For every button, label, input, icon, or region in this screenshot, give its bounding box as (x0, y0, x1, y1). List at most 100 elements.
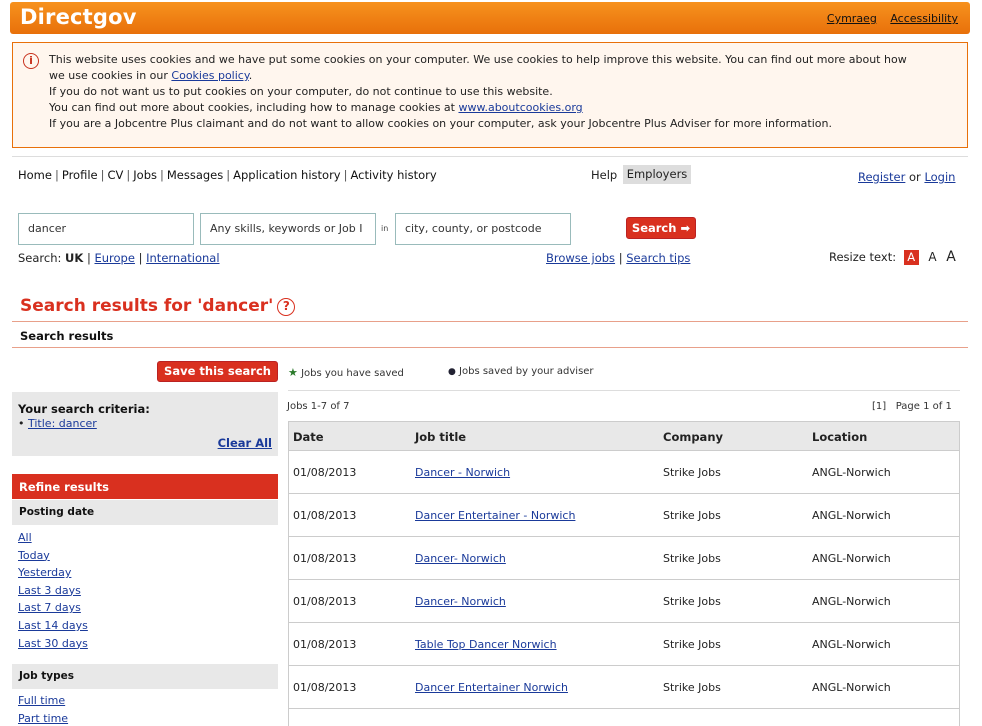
page-title-text: Search results for 'dancer' (20, 296, 274, 316)
job-title-link[interactable]: Dancer - Norwich (415, 466, 510, 479)
divider (12, 321, 968, 322)
top-bar: Directgov Cymraeg Accessibility (10, 2, 970, 34)
browse-links: Browse jobs | Search tips (546, 251, 691, 265)
job-title-link[interactable]: Dancer Entertainer Norwich (415, 681, 568, 694)
row-date: 01/08/2013 (293, 638, 357, 651)
resize-small[interactable]: A (903, 250, 919, 265)
nav-home[interactable]: Home (18, 168, 52, 182)
main-nav: Home | Profile | CV | Jobs | Messages | Applicatio… (18, 168, 437, 182)
table-row: 01/08/2013 Dancer- Norwich Strike Jobs A… (288, 537, 960, 580)
job-title-link[interactable]: Dancer- Norwich (415, 595, 506, 608)
nav-activity-history[interactable]: Activity history (350, 168, 436, 182)
resize-large[interactable]: A (946, 249, 956, 265)
column-job-title[interactable]: Job title (415, 422, 466, 452)
divider (12, 347, 968, 348)
table-header: Date Job title Company Location (288, 421, 960, 451)
row-location: ANGL-Norwich (812, 638, 891, 651)
row-location: ANGL-Norwich (812, 466, 891, 479)
section-title: Search results (20, 329, 114, 343)
resize-text: Resize text: A A A (829, 249, 956, 265)
or-text: or (909, 170, 921, 184)
row-location: ANGL-Norwich (812, 595, 891, 608)
column-location[interactable]: Location (812, 422, 867, 452)
employers-tab[interactable]: Employers (623, 165, 691, 184)
row-company: Strike Jobs (663, 552, 721, 565)
pager: [1] Page 1 of 1 (872, 401, 952, 412)
cookies-policy-link[interactable]: Cookies policy (171, 69, 248, 82)
top-links: Cymraeg Accessibility (817, 12, 958, 25)
job-title-link[interactable]: Table Top Dancer Norwich (415, 638, 557, 651)
cookie-line-3: If you do not want us to put cookies on … (49, 85, 553, 98)
job-types-heading: Job types (12, 664, 278, 689)
star-icon: ★ (288, 366, 298, 379)
register-link[interactable]: Register (858, 170, 905, 184)
cookie-notice: i This website uses cookies and we have … (12, 42, 968, 148)
search-tips-link[interactable]: Search tips (626, 251, 690, 265)
row-company: Strike Jobs (663, 638, 721, 651)
refine-results-header: Refine results (12, 474, 278, 499)
filter-yesterday[interactable]: Yesterday (18, 566, 71, 579)
help-link[interactable]: Help (591, 168, 617, 182)
table-row: 01/08/2013 Dancer- Norwich Strike Jobs A… (288, 580, 960, 623)
row-date: 01/08/2013 (293, 595, 357, 608)
filter-today[interactable]: Today (18, 549, 50, 562)
row-company: Strike Jobs (663, 509, 721, 522)
browse-jobs-link[interactable]: Browse jobs (546, 251, 615, 265)
nav-profile[interactable]: Profile (62, 168, 98, 182)
page-title: Search results for 'dancer'? (20, 296, 296, 316)
filter-last-3-days[interactable]: Last 3 days (18, 584, 81, 597)
nav-cv[interactable]: CV (107, 168, 123, 182)
search-button-label: Search (631, 221, 677, 235)
results-table: Date Job title Company Location 01/08/20… (288, 421, 960, 726)
cookie-line-2: we use cookies in our (49, 69, 168, 82)
row-date: 01/08/2013 (293, 552, 357, 565)
help-question-icon[interactable]: ? (277, 298, 296, 316)
cymraeg-link[interactable]: Cymraeg (827, 12, 877, 25)
pager-current[interactable]: [1] (872, 401, 886, 412)
directgov-logo[interactable]: Directgov (20, 5, 137, 29)
filter-last-7-days[interactable]: Last 7 days (18, 601, 81, 614)
location-input[interactable]: city, county, or postcode (395, 213, 571, 245)
criteria-title-link[interactable]: Title: dancer (28, 417, 97, 430)
resize-medium[interactable]: A (928, 250, 936, 264)
column-date[interactable]: Date (293, 422, 324, 452)
column-company[interactable]: Company (663, 422, 723, 452)
job-title-link[interactable]: Dancer- Norwich (415, 552, 506, 565)
cookie-line-4: You can find out more about cookies, inc… (49, 101, 455, 114)
login-link[interactable]: Login (924, 170, 955, 184)
nav-jobs[interactable]: Jobs (133, 168, 157, 182)
legend-saved: ★ Jobs you have saved (288, 366, 404, 379)
scope-label: Search: (18, 251, 62, 265)
row-company: Strike Jobs (663, 595, 721, 608)
job-title-link[interactable]: Dancer Entertainer - Norwich (415, 509, 575, 522)
skills-input[interactable]: Any skills, keywords or Job I (200, 213, 376, 245)
table-row-partial (288, 709, 960, 726)
table-row: 01/08/2013 Dancer Entertainer Norwich St… (288, 666, 960, 709)
resize-label: Resize text: (829, 250, 897, 264)
search-button[interactable]: Search ➡ (626, 217, 696, 239)
search-criteria-panel: Your search criteria: • Title: dancer Cl… (12, 392, 278, 456)
in-label: in (381, 224, 389, 233)
keyword-input[interactable]: dancer (18, 213, 194, 245)
aboutcookies-link[interactable]: www.aboutcookies.org (458, 101, 582, 114)
scope-europe[interactable]: Europe (94, 251, 134, 265)
filter-full-time[interactable]: Full time (18, 694, 65, 707)
register-login: Register or Login (858, 170, 955, 184)
nav-application-history[interactable]: Application history (233, 168, 340, 182)
filter-all[interactable]: All (18, 531, 32, 544)
row-location: ANGL-Norwich (812, 509, 891, 522)
filter-last-14-days[interactable]: Last 14 days (18, 619, 88, 632)
info-icon: i (23, 53, 39, 69)
criteria-heading: Your search criteria: (18, 402, 150, 416)
row-location: ANGL-Norwich (812, 681, 891, 694)
filter-part-time[interactable]: Part time (18, 712, 68, 725)
cookie-line-1: This website uses cookies and we have pu… (49, 53, 907, 66)
nav-messages[interactable]: Messages (167, 168, 223, 182)
clear-all-link[interactable]: Clear All (218, 436, 272, 450)
dot-icon: ● (448, 367, 456, 377)
scope-international[interactable]: International (146, 251, 219, 265)
accessibility-link[interactable]: Accessibility (890, 12, 958, 25)
filter-last-30-days[interactable]: Last 30 days (18, 637, 88, 650)
save-search-button[interactable]: Save this search ➡ (157, 361, 278, 397)
scope-uk: UK (65, 251, 84, 265)
